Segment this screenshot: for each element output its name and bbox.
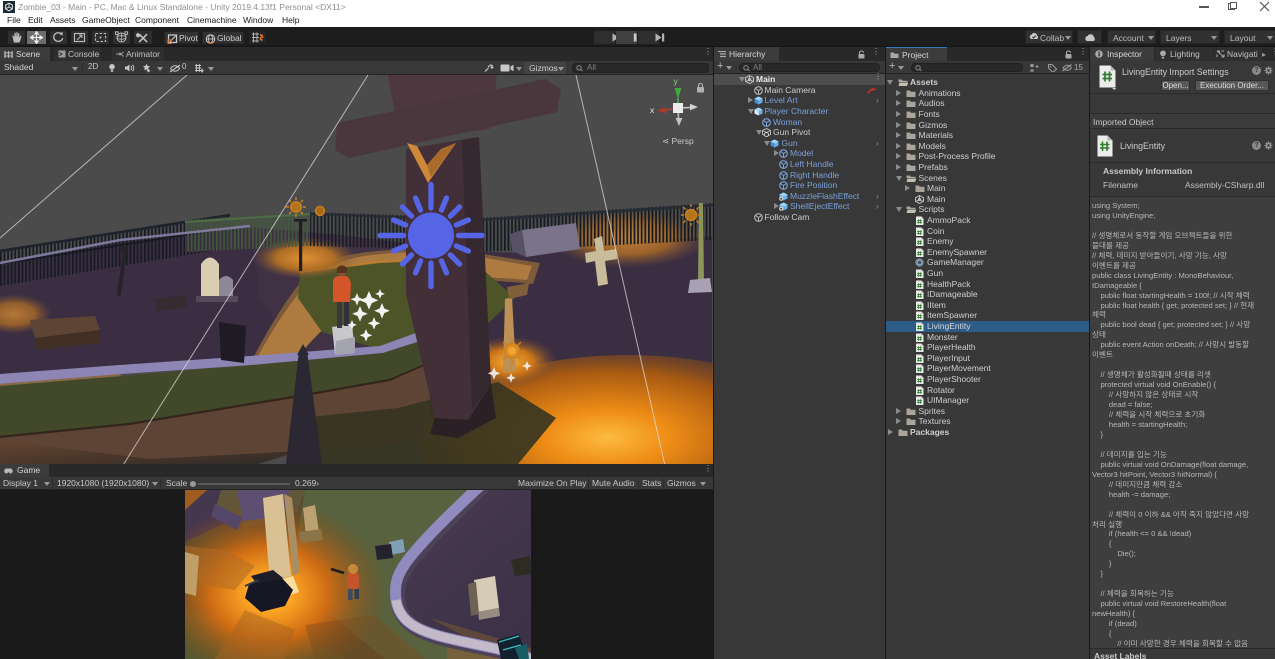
svg-text:⋖ Persp: ⋖ Persp [662,136,694,146]
